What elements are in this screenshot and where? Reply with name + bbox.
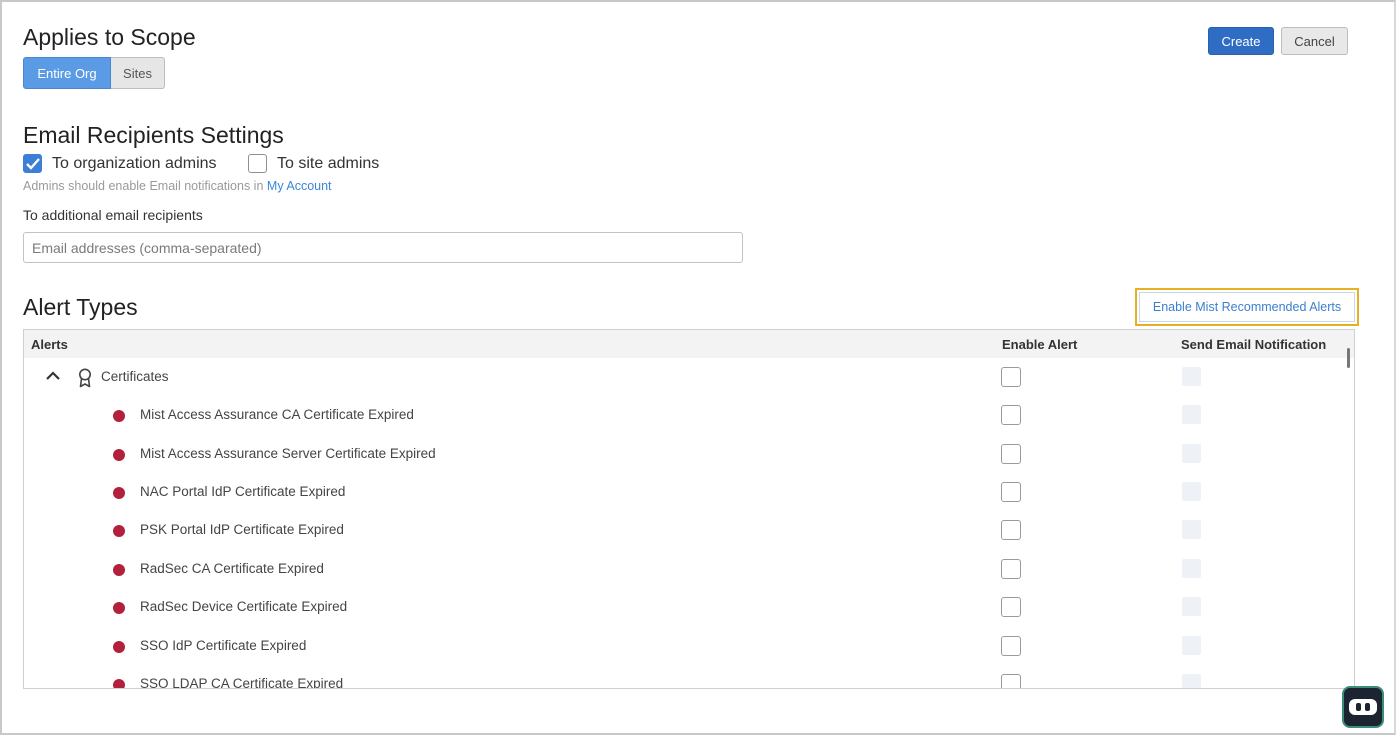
alert-name: Mist Access Assurance Server Certificate… (140, 446, 436, 461)
enable-alert-checkbox[interactable] (1001, 597, 1021, 617)
severity-dot-icon (113, 525, 125, 537)
email-settings-title: Email Recipients Settings (23, 122, 284, 148)
additional-recipients-label: To additional email recipients (23, 207, 203, 223)
column-alerts: Alerts (31, 337, 68, 352)
alert-types-title: Alert Types (23, 294, 138, 320)
org-admins-label: To organization admins (52, 154, 217, 172)
alerts-table: Alerts Enable Alert Send Email Notificat… (23, 329, 1355, 689)
send-email-checkbox (1182, 520, 1201, 539)
severity-dot-icon (113, 602, 125, 614)
send-email-checkbox (1182, 367, 1201, 386)
alert-name: SSO LDAP CA Certificate Expired (140, 676, 344, 689)
group-row-certificates: Certificates (24, 359, 1354, 397)
email-addresses-input[interactable] (23, 232, 743, 263)
severity-dot-icon (113, 410, 125, 422)
column-send-email: Send Email Notification (1181, 337, 1327, 352)
alert-row: NAC Portal IdP Certificate Expired (24, 474, 1354, 512)
send-email-checkbox (1182, 405, 1201, 424)
enable-recommended-alerts-button[interactable]: Enable Mist Recommended Alerts (1135, 288, 1359, 326)
alert-name: Mist Access Assurance CA Certificate Exp… (140, 407, 414, 422)
send-email-checkbox (1182, 636, 1201, 655)
alert-row: PSK Portal IdP Certificate Expired (24, 512, 1354, 550)
cancel-button[interactable]: Cancel (1281, 27, 1348, 55)
alert-row: Mist Access Assurance CA Certificate Exp… (24, 397, 1354, 435)
scope-segmented-control: Entire Org Sites (23, 57, 165, 89)
alert-name: NAC Portal IdP Certificate Expired (140, 484, 346, 499)
chat-assistant-bot-icon[interactable] (1342, 686, 1384, 728)
send-email-checkbox (1182, 597, 1201, 616)
alerts-table-header: Alerts Enable Alert Send Email Notificat… (24, 330, 1354, 358)
enable-alert-checkbox[interactable] (1001, 636, 1021, 656)
scope-sites-button[interactable]: Sites (111, 57, 165, 89)
severity-dot-icon (113, 679, 125, 688)
enable-alert-checkbox[interactable] (1001, 559, 1021, 579)
alert-name: PSK Portal IdP Certificate Expired (140, 522, 344, 537)
alert-name: RadSec CA Certificate Expired (140, 561, 324, 576)
severity-dot-icon (113, 487, 125, 499)
column-enable-alert: Enable Alert (1002, 337, 1078, 352)
group-label: Certificates (101, 369, 169, 384)
send-email-checkbox (1182, 674, 1201, 688)
helper-text: Admins should enable Email notifications… (23, 179, 332, 193)
enable-alert-checkbox[interactable] (1001, 674, 1021, 688)
scope-entire-org-button[interactable]: Entire Org (23, 57, 111, 89)
site-admins-checkbox[interactable] (248, 154, 267, 173)
chevron-up-icon[interactable] (45, 369, 61, 384)
enable-alert-checkbox[interactable] (1001, 367, 1021, 387)
scope-title: Applies to Scope (23, 24, 196, 50)
alert-row: Mist Access Assurance Server Certificate… (24, 436, 1354, 474)
alert-row: SSO LDAP CA Certificate Expired (24, 666, 1354, 689)
severity-dot-icon (113, 449, 125, 461)
ribbon-icon (78, 368, 92, 391)
alert-row: RadSec CA Certificate Expired (24, 551, 1354, 589)
severity-dot-icon (113, 641, 125, 653)
alert-name: SSO IdP Certificate Expired (140, 638, 307, 653)
my-account-link[interactable]: My Account (267, 179, 332, 193)
site-admins-label: To site admins (277, 154, 380, 172)
org-admins-checkbox[interactable] (23, 154, 42, 173)
enable-alert-checkbox[interactable] (1001, 520, 1021, 540)
alert-row: SSO IdP Certificate Expired (24, 628, 1354, 666)
enable-alert-checkbox[interactable] (1001, 405, 1021, 425)
create-button[interactable]: Create (1208, 27, 1274, 55)
send-email-checkbox (1182, 559, 1201, 578)
checkmark-icon (25, 157, 40, 170)
send-email-checkbox (1182, 444, 1201, 463)
org-admins-option[interactable]: To organization admins (23, 154, 217, 173)
alert-name: RadSec Device Certificate Expired (140, 599, 348, 614)
severity-dot-icon (113, 564, 125, 576)
enable-alert-checkbox[interactable] (1001, 482, 1021, 502)
enable-alert-checkbox[interactable] (1001, 444, 1021, 464)
site-admins-option[interactable]: To site admins (248, 154, 379, 173)
send-email-checkbox (1182, 482, 1201, 501)
alert-row: RadSec Device Certificate Expired (24, 589, 1354, 627)
